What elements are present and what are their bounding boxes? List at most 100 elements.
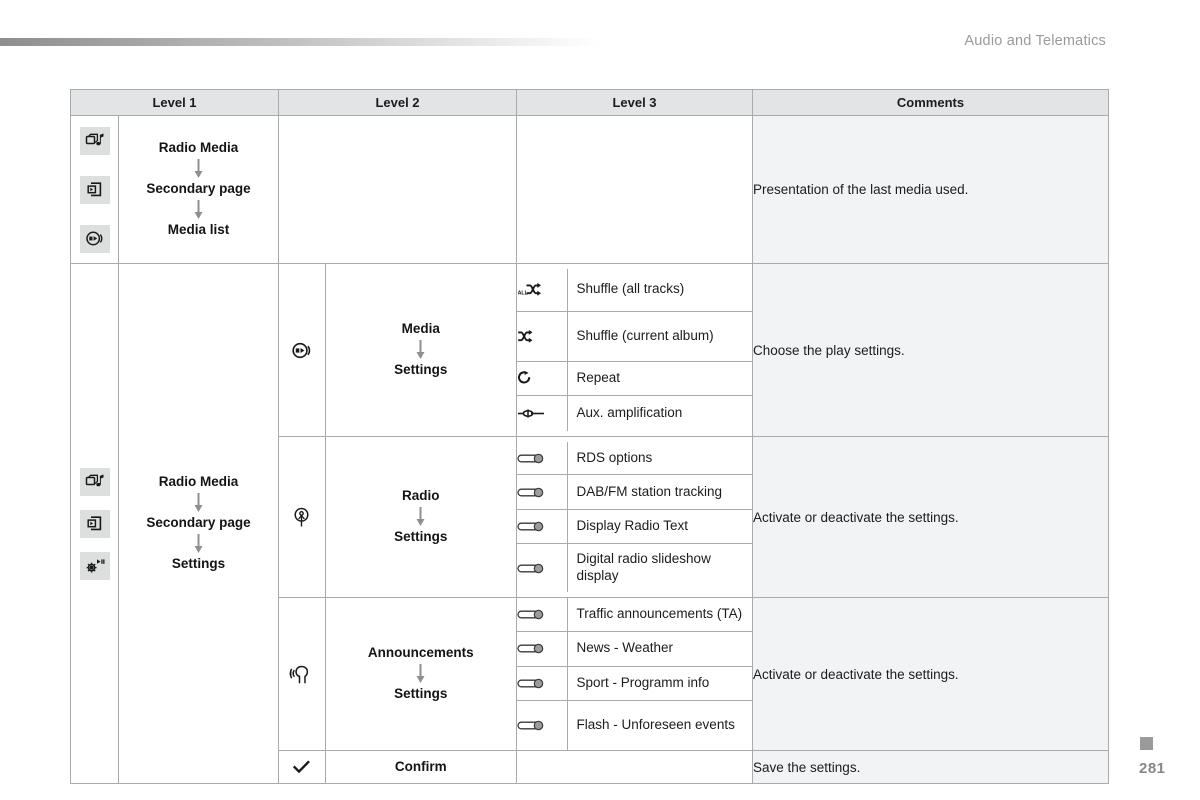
column-header-level-3: Level 3	[516, 89, 753, 116]
level1-icon-strip-block2	[70, 263, 119, 784]
comment-cell-radio: Activate or deactivate the settings.	[752, 436, 1109, 598]
comment-cell-confirm: Save the settings.	[752, 750, 1109, 784]
list-item[interactable]: Digital radio slideshow display	[517, 543, 752, 593]
list-item[interactable]: Shuffle (current album)	[517, 311, 752, 361]
flow-step: Settings	[171, 555, 226, 571]
arrow-down-icon	[194, 493, 203, 513]
column-header-level-1: Level 1	[70, 89, 279, 116]
list-item[interactable]: Display Radio Text	[517, 509, 752, 544]
comment-cell-block1: Presentation of the last media used.	[752, 115, 1109, 264]
list-item[interactable]: DAB/FM station tracking	[517, 474, 752, 510]
list-item[interactable]: Flash - Unforeseen events	[517, 700, 752, 750]
flow-step: Media list	[167, 221, 230, 237]
level3-list-announcements: Traffic announcements (TA) News - Weathe…	[516, 597, 753, 751]
list-item-label: Shuffle (current album)	[576, 327, 714, 343]
flow-step: Settings	[394, 362, 448, 377]
secondary-page-icon	[79, 175, 110, 204]
arrow-down-icon	[416, 507, 425, 526]
arrow-down-icon	[194, 533, 203, 553]
toggle-switch-icon[interactable]	[517, 598, 568, 631]
level3-empty-confirm	[516, 750, 753, 784]
list-item[interactable]: News - Weather	[517, 631, 752, 666]
column-header-level-2: Level 2	[278, 89, 517, 116]
list-item[interactable]: Repeat	[517, 361, 752, 395]
toggle-switch-icon[interactable]	[517, 666, 568, 700]
radio-antenna-icon	[279, 437, 326, 597]
level2-group-confirm: Confirm	[278, 750, 517, 784]
level3-list-media: ALL Shuffle (all tracks) Shuffle (curren…	[516, 263, 753, 437]
list-item[interactable]: Traffic announcements (TA)	[517, 598, 752, 631]
table-header-row: Level 1 Level 2 Level 3 Comments	[70, 89, 1109, 116]
list-item[interactable]: Sport - Programm info	[517, 666, 752, 700]
toggle-switch-icon[interactable]	[517, 441, 568, 475]
secondary-page-icon	[79, 509, 110, 538]
checkmark-icon	[279, 751, 326, 783]
list-item-label: News - Weather	[576, 640, 674, 656]
menu-structure-table: Level 1 Level 2 Level 3 Comments Radio M…	[70, 89, 1109, 784]
toggle-switch-icon[interactable]	[517, 631, 568, 666]
list-item-label: Digital radio slideshow display	[576, 551, 711, 584]
shuffle-icon	[517, 311, 568, 361]
table-row: Radio Media Secondary page Settings Medi…	[70, 263, 1109, 784]
level2-flow-confirm: Confirm	[325, 751, 516, 783]
toggle-switch-icon[interactable]	[517, 700, 568, 750]
level2-group-radio: Radio Settings	[278, 436, 517, 598]
comment-cell-media: Choose the play settings.	[752, 263, 1109, 437]
level2-group-announcements: Announcements Settings	[278, 597, 517, 751]
shuffle-all-icon: ALL	[517, 269, 568, 311]
level2-flow-radio: Radio Settings	[325, 437, 516, 597]
page-number: 281	[1139, 760, 1166, 777]
flow-step: Radio	[401, 488, 440, 504]
flow-step: Confirm	[394, 758, 447, 774]
settings-gear-icon	[79, 551, 110, 580]
svg-text:ALL: ALL	[518, 291, 529, 297]
repeat-icon	[517, 361, 568, 395]
page-root: Audio and Telematics Level 1 Level 2 Lev…	[0, 0, 1200, 800]
toggle-switch-icon[interactable]	[517, 509, 568, 544]
media-list-icon	[79, 224, 110, 253]
level1-flow-block1: Radio Media Secondary page Media list	[118, 115, 279, 264]
list-item-label: Traffic announcements (TA)	[576, 605, 743, 621]
arrow-down-icon	[194, 159, 203, 179]
radio-media-icon	[79, 126, 110, 155]
level3-list-radio: RDS options DAB/FM station tracking Disp…	[516, 436, 753, 598]
list-item[interactable]: ALL Shuffle (all tracks)	[517, 269, 752, 311]
toggle-switch-icon[interactable]	[517, 543, 568, 593]
comment-cell-announcements: Activate or deactivate the settings.	[752, 597, 1109, 751]
column-header-comments: Comments	[752, 89, 1109, 116]
level2-flow-announcements: Announcements Settings	[325, 598, 516, 750]
list-item-label: Sport - Programm info	[576, 674, 710, 690]
flow-step: Secondary page	[146, 515, 251, 531]
list-item-label: Shuffle (all tracks)	[576, 281, 685, 297]
list-item-label: Display Radio Text	[576, 518, 689, 534]
header-gradient-bar	[0, 38, 600, 46]
level3-empty-block1	[516, 115, 753, 264]
list-item[interactable]: RDS options	[517, 441, 752, 475]
aux-amplification-icon	[517, 395, 568, 431]
arrow-down-icon	[416, 340, 425, 359]
list-item[interactable]: Aux. amplification	[517, 395, 752, 431]
list-item-label: DAB/FM station tracking	[576, 483, 723, 499]
flow-step: Radio Media	[158, 474, 239, 490]
list-item-label: Aux. amplification	[576, 404, 683, 420]
flow-step: Settings	[394, 686, 448, 701]
table-row: Radio Media Secondary page Media list Pr…	[70, 115, 1109, 264]
arrow-down-icon	[194, 199, 203, 219]
flow-step: Secondary page	[146, 181, 251, 197]
flow-step: Settings	[394, 529, 448, 544]
page-corner-marker	[1140, 737, 1153, 750]
level2-flow-media: Media Settings	[325, 264, 516, 436]
level2-group-media: Media Settings	[278, 263, 517, 437]
announcements-voice-icon	[279, 598, 326, 750]
level2-empty-block1	[278, 115, 517, 264]
level1-flow-block2: Radio Media Secondary page Settings	[118, 263, 279, 784]
arrow-down-icon	[416, 664, 425, 683]
radio-media-icon	[79, 467, 110, 496]
list-item-label: Flash - Unforeseen events	[576, 716, 735, 732]
level1-icon-strip-block1	[70, 115, 119, 264]
media-list-icon	[279, 264, 326, 436]
list-item-label: Repeat	[576, 369, 621, 385]
flow-step: Announcements	[367, 645, 474, 661]
toggle-switch-icon[interactable]	[517, 474, 568, 510]
page-header-title: Audio and Telematics	[964, 33, 1106, 49]
